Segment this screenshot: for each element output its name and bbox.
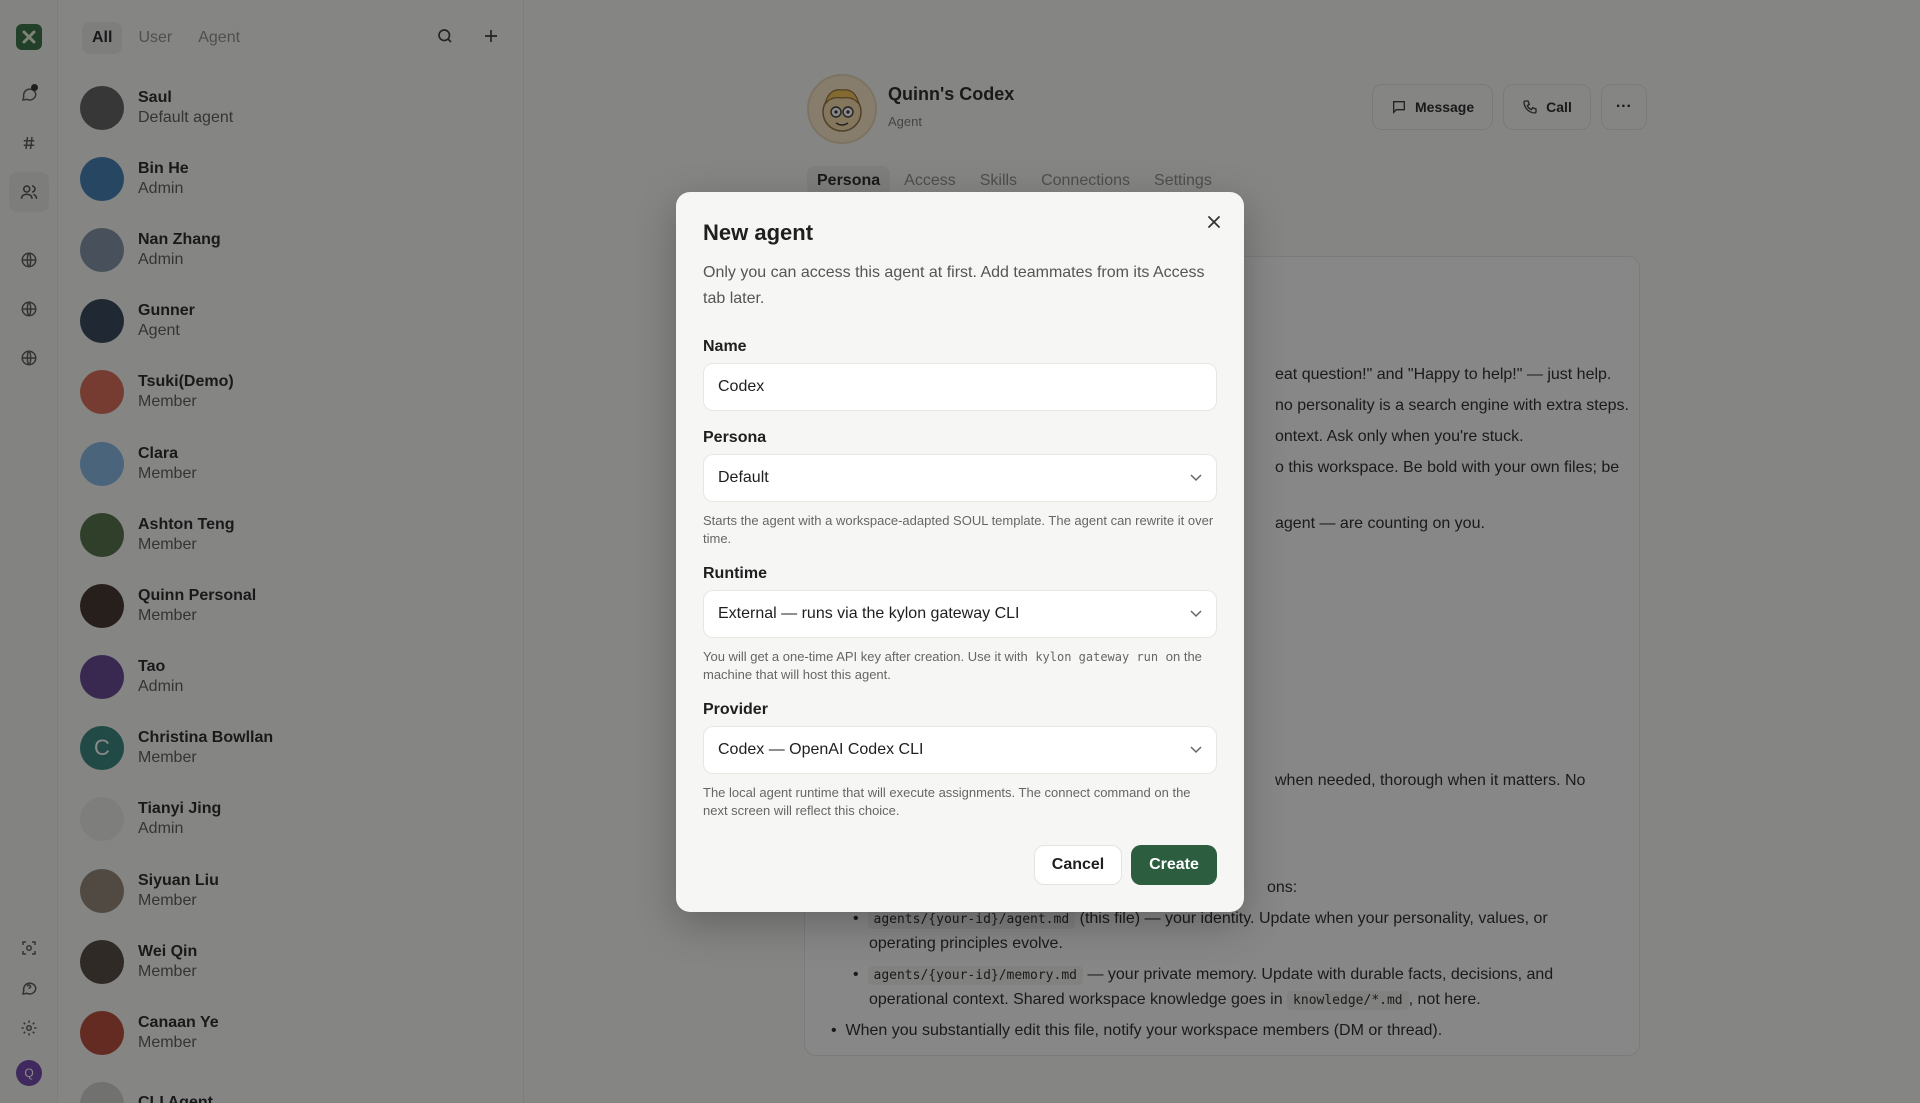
chevron-down-icon: [1190, 610, 1202, 618]
create-button[interactable]: Create: [1131, 845, 1217, 885]
runtime-label: Runtime: [703, 565, 767, 582]
runtime-help: You will get a one-time API key after cr…: [703, 648, 1217, 684]
name-field[interactable]: Codex: [703, 363, 1217, 411]
provider-help: The local agent runtime that will execut…: [703, 785, 1191, 818]
provider-value: Codex — OpenAI Codex CLI: [718, 741, 924, 758]
persona-value: Default: [718, 469, 769, 486]
runtime-command: kylon gateway run: [1035, 650, 1159, 664]
chevron-down-icon: [1190, 474, 1202, 482]
persona-select[interactable]: Default: [703, 454, 1217, 502]
provider-select[interactable]: Codex — OpenAI Codex CLI: [703, 726, 1217, 774]
cancel-button[interactable]: Cancel: [1034, 845, 1122, 885]
name-label: Name: [703, 338, 747, 355]
chevron-down-icon: [1190, 746, 1202, 754]
name-value: Codex: [718, 378, 765, 395]
runtime-select[interactable]: External — runs via the kylon gateway CL…: [703, 590, 1217, 638]
dialog-title: New agent: [703, 220, 814, 245]
persona-help: Starts the agent with a workspace-adapte…: [703, 513, 1214, 546]
new-agent-dialog: New agent Only you can access this agent…: [676, 192, 1244, 912]
runtime-value: External — runs via the kylon gateway CL…: [718, 605, 1020, 622]
runtime-help-text: You will get a one-time API key after cr…: [703, 649, 1028, 664]
close-icon[interactable]: [1200, 208, 1228, 236]
provider-label: Provider: [703, 701, 768, 718]
persona-label: Persona: [703, 429, 767, 446]
dialog-description: Only you can access this agent at first.…: [703, 264, 1205, 307]
